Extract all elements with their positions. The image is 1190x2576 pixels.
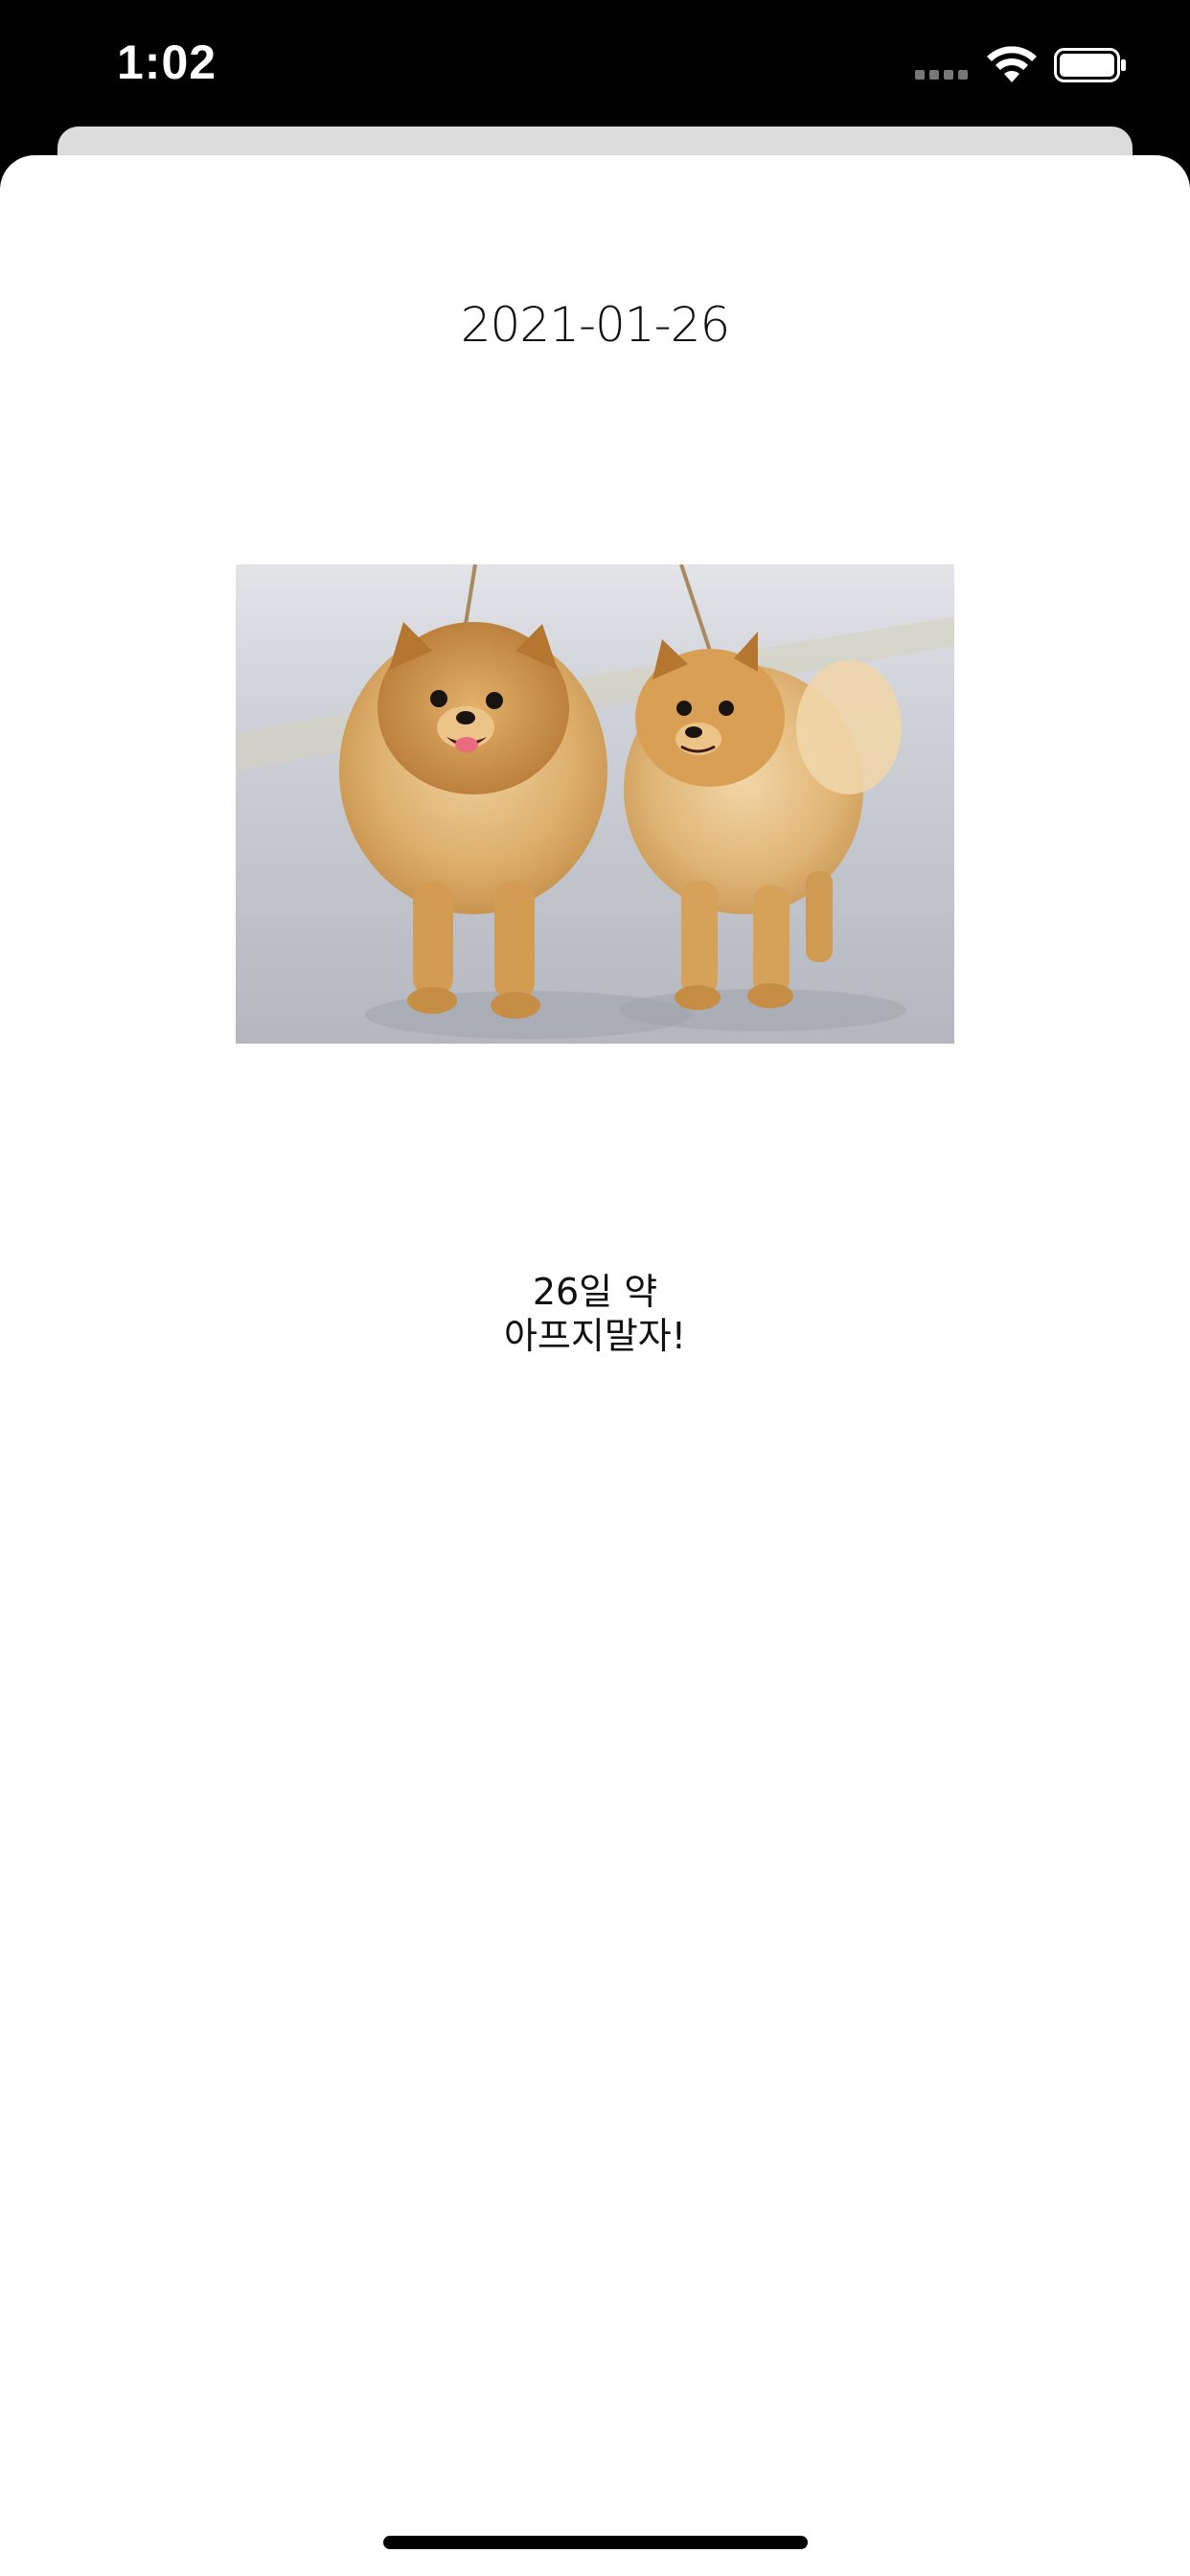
message-line-2: 아프지말자! <box>503 1315 687 1357</box>
message-line-1: 26일 약 <box>532 1271 658 1313</box>
battery-icon <box>1054 48 1126 82</box>
entry-message: 26일 약 아프지말자! <box>0 1270 1190 1358</box>
dog-photo <box>236 564 954 1044</box>
detail-sheet: 2021-01-26 26일 약 아프지말자! <box>0 155 1190 2576</box>
home-indicator[interactable] <box>383 2536 808 2549</box>
status-time: 1:02 <box>117 35 217 89</box>
wifi-icon <box>987 46 1037 82</box>
cellular-signal-icon <box>915 70 968 80</box>
entry-date: 2021-01-26 <box>460 297 731 353</box>
status-bar: 1:02 <box>0 0 1190 125</box>
